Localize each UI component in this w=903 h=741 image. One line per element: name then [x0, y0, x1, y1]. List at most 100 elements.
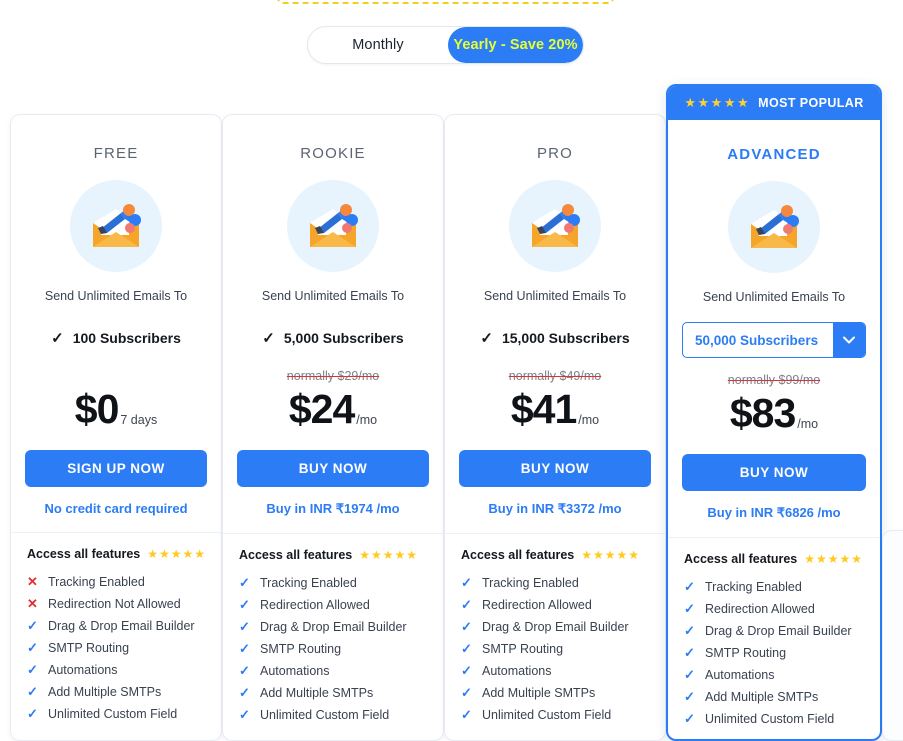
plan-card-advanced: ★★★★★ MOST POPULAR ADVANCED Send Unlimit… [666, 84, 882, 741]
feature-label: Drag & Drop Email Builder [705, 624, 852, 638]
subscriber-tier-value[interactable]: 50,000 Subscribers [683, 323, 833, 357]
list-item: ✓ Drag & Drop Email Builder [27, 615, 221, 637]
list-item: ✓ Add Multiple SMTPs [461, 682, 665, 704]
rating-stars-icon: ★★★★★ [359, 548, 419, 562]
plan-column-advanced: ★★★★★ MOST POPULAR ADVANCED Send Unlimit… [666, 84, 882, 741]
plan-subnote[interactable]: Buy in INR ₹6826 /mo [668, 505, 880, 521]
buy-now-button[interactable]: BUY NOW [237, 450, 429, 487]
list-item: ✓ Add Multiple SMTPs [27, 681, 221, 703]
plan-subnote[interactable]: Buy in INR ₹1974 /mo [223, 501, 443, 517]
list-item: ✓ Unlimited Custom Field [684, 708, 880, 730]
feature-label: Redirection Allowed [705, 602, 815, 616]
email-megaphone-icon [70, 180, 162, 272]
feature-label: SMTP Routing [482, 642, 564, 656]
subscriber-row: ✓ 5,000 Subscribers [223, 329, 443, 347]
check-icon: ✓ [461, 707, 472, 722]
features-heading: Access all features ★★★★★ [223, 534, 443, 562]
list-item: ✓ Drag & Drop Email Builder [239, 616, 443, 638]
subscriber-count: 100 Subscribers [72, 330, 181, 346]
list-item: ✓ SMTP Routing [461, 638, 665, 660]
email-megaphone-icon [509, 180, 601, 272]
email-megaphone-icon [728, 181, 820, 273]
buy-now-button[interactable]: BUY NOW [459, 450, 651, 487]
plan-column-pro: PRO Send Unlimited Emails To ✓ 15,000 Su… [444, 84, 666, 741]
feature-label: Automations [48, 663, 118, 677]
feature-label: Drag & Drop Email Builder [48, 619, 195, 633]
list-item: ✓ Drag & Drop Email Builder [684, 620, 880, 642]
feature-label: Unlimited Custom Field [482, 708, 612, 722]
check-icon: ✓ [27, 618, 38, 633]
check-icon: ✓ [51, 330, 64, 347]
pricing-page: Monthly Yearly - Save 20% FREE Send Unli… [0, 0, 903, 741]
most-popular-badge: ★★★★★ MOST POPULAR [668, 86, 880, 120]
feature-label: SMTP Routing [260, 642, 342, 656]
plan-title: ADVANCED [727, 146, 821, 163]
toggle-option-yearly[interactable]: Yearly - Save 20% [448, 27, 583, 63]
list-item: ✓ Automations [461, 660, 665, 682]
plan-card-cutoff [882, 530, 903, 741]
price-suffix: 7 days [120, 413, 158, 427]
plan-subnote[interactable]: Buy in INR ₹3372 /mo [445, 501, 665, 517]
send-to-label: Send Unlimited Emails To [261, 289, 405, 303]
check-icon: ✓ [239, 575, 250, 590]
list-item: ✓ Automations [684, 664, 880, 686]
send-to-label: Send Unlimited Emails To [44, 289, 188, 303]
check-icon: ✓ [27, 662, 38, 677]
most-popular-label: MOST POPULAR [758, 95, 864, 110]
features-heading: Access all features ★★★★★ [668, 538, 880, 566]
feature-label: Unlimited Custom Field [260, 708, 390, 722]
plan-icon-wrap [223, 180, 443, 272]
list-item: ✓ Add Multiple SMTPs [684, 686, 880, 708]
billing-period-toggle[interactable]: Monthly Yearly - Save 20% [307, 26, 584, 64]
check-icon: ✓ [684, 601, 695, 616]
list-item: ✓ Unlimited Custom Field [27, 703, 221, 725]
check-icon: ✓ [239, 641, 250, 656]
send-to-label: Send Unlimited Emails To [483, 289, 627, 303]
features-heading-label: Access all features [684, 552, 798, 566]
toggle-option-monthly[interactable]: Monthly [308, 27, 448, 63]
subscriber-tier-select[interactable]: 50,000 Subscribers [682, 322, 866, 358]
list-item: ✓ Automations [239, 660, 443, 682]
feature-label: SMTP Routing [48, 641, 130, 655]
plan-icon-wrap [445, 180, 665, 272]
list-item: ✓ Automations [27, 659, 221, 681]
subscriber-row: ✓ 15,000 Subscribers [445, 329, 665, 347]
signup-button[interactable]: SIGN UP NOW [25, 450, 207, 487]
list-item: ✓ Add Multiple SMTPs [239, 682, 443, 704]
price-suffix: /mo [356, 413, 378, 427]
feature-list: ✕ Tracking Enabled ✕ Redirection Not Allow… [11, 561, 221, 725]
check-icon: ✓ [684, 623, 695, 638]
list-item: ✓ Tracking Enabled [684, 576, 880, 598]
feature-label: Tracking Enabled [48, 575, 145, 589]
feature-label: Unlimited Custom Field [705, 712, 835, 726]
plan-subnote[interactable]: No credit card required [11, 501, 221, 516]
price-amount: $41 [510, 386, 577, 432]
price-block: normally $49/mo $41 /mo [445, 369, 665, 433]
check-icon: ✓ [684, 667, 695, 682]
check-icon: ✓ [262, 330, 275, 347]
email-megaphone-icon [287, 180, 379, 272]
subscriber-row: ✓ 100 Subscribers [11, 329, 221, 347]
check-icon: ✓ [684, 711, 695, 726]
feature-label: Automations [260, 664, 330, 678]
buy-now-button[interactable]: BUY NOW [682, 454, 866, 491]
feature-label: Redirection Allowed [260, 598, 370, 612]
plan-column-free: FREE Send Unlimited Emails To ✓ 100 Subs… [0, 84, 222, 741]
feature-label: Drag & Drop Email Builder [260, 620, 407, 634]
chevron-down-icon[interactable] [833, 323, 865, 357]
plan-columns: FREE Send Unlimited Emails To ✓ 100 Subs… [0, 84, 903, 741]
feature-list: ✓ Tracking Enabled ✓ Redirection Allowed ✓… [445, 562, 665, 726]
list-item: ✕ Tracking Enabled [27, 571, 221, 593]
list-item: ✓ Tracking Enabled [239, 572, 443, 594]
subscriber-count: 15,000 Subscribers [501, 330, 630, 346]
star-rating-icon: ★★★★★ [684, 94, 751, 110]
check-icon: ✓ [239, 707, 250, 722]
list-item: ✓ SMTP Routing [27, 637, 221, 659]
check-icon: ✓ [239, 685, 250, 700]
rating-stars-icon: ★★★★★ [581, 548, 641, 562]
check-icon: ✓ [239, 619, 250, 634]
feature-label: Add Multiple SMTPs [482, 686, 596, 700]
subscriber-count: 5,000 Subscribers [283, 330, 404, 346]
features-heading-label: Access all features [27, 547, 141, 561]
feature-label: Add Multiple SMTPs [48, 685, 162, 699]
